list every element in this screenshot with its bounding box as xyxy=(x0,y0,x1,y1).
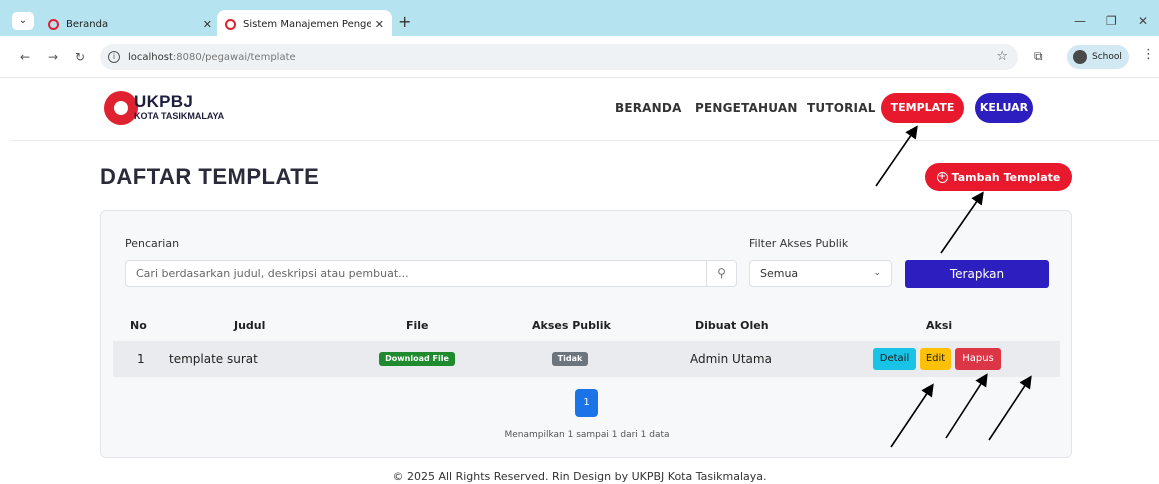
close-tab-icon[interactable]: ✕ xyxy=(203,18,212,31)
logo-subtitle: KOTA TASIKMALAYA xyxy=(134,111,225,121)
logout-button[interactable]: KELUAR ⇥ xyxy=(975,93,1033,144)
close-window-icon[interactable]: ✕ xyxy=(1138,14,1148,28)
edit-button[interactable]: Edit xyxy=(920,348,951,370)
tab-title: Sistem Manajemen Pengetahuan xyxy=(243,18,371,30)
url-host: localhost xyxy=(128,51,173,63)
site-favicon-icon xyxy=(48,18,59,30)
site-logo[interactable]: UKPBJ KOTA TASIKMALAYA xyxy=(104,91,254,125)
column-header-dibuat: Dibuat Oleh xyxy=(695,319,769,332)
cell-dibuat-oleh: Admin Utama xyxy=(690,352,772,366)
bookmark-star-icon[interactable]: ☆ xyxy=(996,49,1008,64)
cell-no: 1 xyxy=(137,352,145,366)
nav-beranda[interactable]: BERANDA xyxy=(615,101,682,115)
profile-chip[interactable]: School xyxy=(1067,45,1129,69)
browser-menu-icon[interactable]: ⋮ xyxy=(1142,47,1155,62)
logout-label: KELUAR xyxy=(979,101,1029,114)
address-bar[interactable]: i localhost:8080/pegawai/template ☆ xyxy=(100,44,1018,70)
site-header: UKPBJ KOTA TASIKMALAYA BERANDA PENGETAHU… xyxy=(10,78,1159,144)
nav-tutorial[interactable]: TUTORIAL xyxy=(807,101,876,115)
site-favicon-icon xyxy=(225,18,236,30)
nav-pengetahuan[interactable]: PENGETAHUAN xyxy=(695,101,798,115)
nav-template-button[interactable]: TEMPLATE xyxy=(881,93,964,123)
close-tab-icon[interactable]: ✕ xyxy=(375,18,384,31)
pagination-page-1[interactable]: 1 xyxy=(575,389,598,417)
site-info-icon[interactable]: i xyxy=(108,51,120,63)
search-icon: ⚲ xyxy=(717,266,726,280)
add-template-label: Tambah Template xyxy=(951,170,1061,184)
detail-button[interactable]: Detail xyxy=(873,348,916,370)
page-footer: © 2025 All Rights Reserved. Rin Design b… xyxy=(392,470,767,483)
column-header-aksi: Aksi xyxy=(926,319,953,332)
hapus-button[interactable]: Hapus xyxy=(955,348,1001,370)
browser-tab-bar: ⌄ Beranda ✕ Sistem Manajemen Pengetahuan… xyxy=(0,0,1159,38)
filter-label: Filter Akses Publik xyxy=(749,237,849,250)
search-label: Pencarian xyxy=(125,237,180,250)
profile-label: School xyxy=(1092,52,1122,62)
avatar xyxy=(1073,50,1087,64)
search-input[interactable]: Cari berdasarkan judul, deskripsi atau p… xyxy=(125,260,707,287)
table-row: 1 template surat Download File Tidak Adm… xyxy=(113,341,1060,377)
add-template-button[interactable]: + Tambah Template xyxy=(925,163,1072,191)
status-badge: Tidak xyxy=(552,352,588,366)
logout-icon: ⇥ xyxy=(999,131,1009,144)
filter-selected-value: Semua xyxy=(760,267,799,280)
search-button[interactable]: ⚲ xyxy=(706,260,737,287)
plus-circle-icon: + xyxy=(936,171,948,183)
template-panel: Pencarian Cari berdasarkan judul, deskri… xyxy=(100,210,1072,458)
reload-icon[interactable]: ↻ xyxy=(75,50,85,64)
page-title: DAFTAR TEMPLATE xyxy=(100,164,320,189)
browser-tab-beranda[interactable]: Beranda ✕ xyxy=(40,10,220,38)
column-header-akses: Akses Publik xyxy=(532,319,611,332)
restore-icon[interactable]: ❐ xyxy=(1106,14,1117,28)
browser-toolbar: ← → ↻ i localhost:8080/pegawai/template … xyxy=(0,36,1159,78)
extensions-puzzle-icon[interactable]: ⧉ xyxy=(1034,49,1043,64)
new-tab-plus-icon[interactable]: + xyxy=(398,14,411,30)
back-arrow-icon[interactable]: ← xyxy=(20,50,30,64)
minimize-icon[interactable]: — xyxy=(1074,14,1086,28)
logo-mark-icon xyxy=(104,91,138,125)
url-path: :8080/pegawai/template xyxy=(172,51,296,63)
tab-title: Beranda xyxy=(66,18,109,30)
download-file-link[interactable]: Download File xyxy=(379,352,455,366)
column-header-judul: Judul xyxy=(234,319,266,332)
chevron-down-icon: ⌄ xyxy=(873,268,881,278)
browser-tab-sistem[interactable]: Sistem Manajemen Pengetahuan ✕ xyxy=(217,10,392,38)
column-header-no: No xyxy=(130,319,147,332)
logo-title: UKPBJ xyxy=(134,92,194,111)
apply-filter-button[interactable]: Terapkan xyxy=(905,260,1049,288)
cell-judul: template surat xyxy=(169,352,258,366)
tab-search-chevron-icon[interactable]: ⌄ xyxy=(12,12,34,30)
forward-arrow-icon[interactable]: → xyxy=(48,50,58,64)
pagination-info: Menampilkan 1 sampai 1 dari 1 data xyxy=(504,430,670,440)
column-header-file: File xyxy=(406,319,429,332)
filter-akses-select[interactable]: Semua ⌄ xyxy=(749,260,892,287)
